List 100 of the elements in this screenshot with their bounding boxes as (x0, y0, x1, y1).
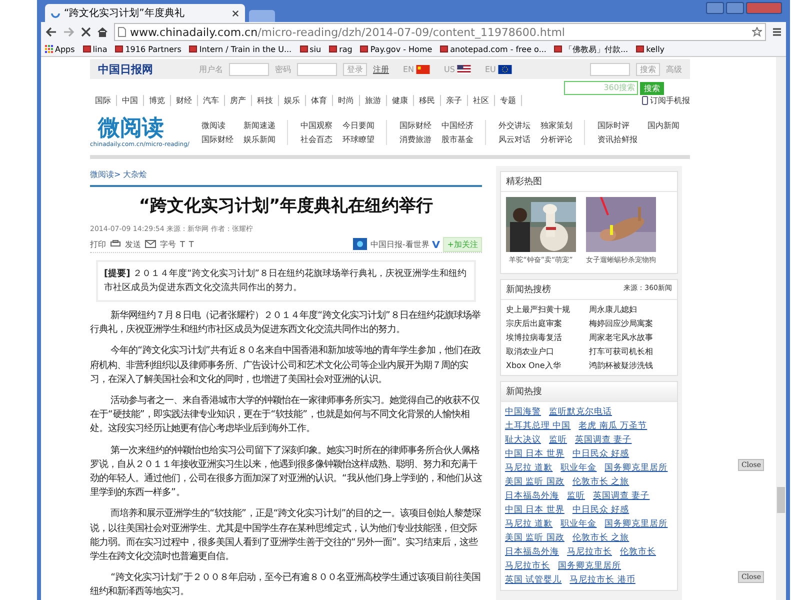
search-tag-link[interactable]: 老虎 南瓜 万圣节 (578, 419, 648, 433)
nav-link[interactable]: 科技 (252, 94, 279, 106)
search-tag-link[interactable]: 国务卿克里居所 (604, 461, 668, 475)
bookmark[interactable]: 1916 Partners (125, 44, 182, 54)
hot-news-link[interactable]: 周永康儿媳妇 (589, 304, 672, 315)
section-link[interactable]: 新闻速递 (243, 120, 276, 130)
send-link[interactable]: 发送 (125, 238, 141, 250)
password-field[interactable] (297, 62, 337, 76)
nav-link[interactable]: 社区 (468, 94, 495, 106)
section-link[interactable]: 国际财经 (399, 120, 432, 130)
search-tag-link[interactable]: 中日民众 好感 (572, 503, 630, 517)
search-tag-link[interactable]: 土耳其总理 中国 (505, 419, 571, 433)
section-link[interactable]: 娱乐新闻 (243, 134, 276, 144)
nav-link[interactable]: 旅游 (360, 94, 387, 106)
search-tag-link[interactable]: 国务卿克里居所 (604, 517, 668, 531)
nav-link[interactable]: 财经 (171, 94, 198, 106)
search-tag-link[interactable]: 耻大决议 (505, 433, 541, 447)
nav-link[interactable]: 时尚 (333, 94, 360, 106)
stop-icon[interactable] (81, 27, 91, 37)
hot-news-link[interactable]: 宗庆后出庭审案 (506, 318, 589, 329)
hot-news-link[interactable]: 史上最严扫黄十规 (506, 304, 589, 315)
printer-icon[interactable] (110, 240, 121, 248)
nav-link[interactable]: 国际 (90, 94, 117, 106)
scroll-thumb[interactable] (777, 487, 785, 513)
section-link[interactable]: 外交讲坛 (498, 120, 530, 130)
close-button[interactable] (746, 2, 782, 14)
breadcrumb[interactable]: 微阅读> 大杂烩 (90, 169, 482, 187)
search-tag-link[interactable]: 监听默克尔电话 (549, 405, 612, 419)
hot-news-link[interactable]: 周家老宅风水故事 (589, 332, 672, 343)
subscribe-link[interactable]: 订阅手机报 (650, 94, 690, 106)
section-link[interactable]: 社会百态 (300, 134, 332, 144)
search-tag-link[interactable]: 职业年金 (560, 517, 597, 531)
search-tag-link[interactable]: 英国调查 妻子 (593, 489, 650, 503)
search-tag-link[interactable]: 马尼拉市长 (505, 559, 550, 573)
search-tag-link[interactable]: 伦敦市长 之旅 (572, 475, 630, 489)
close-icon[interactable] (232, 10, 239, 16)
search-tag-link[interactable]: 监听 (567, 489, 585, 503)
section-link[interactable]: 微阅读 (201, 120, 234, 130)
search-tag-link[interactable]: 中国 日本 世界 (505, 503, 564, 517)
bookmark[interactable]: Pay.gov - Home (370, 44, 432, 54)
hot-news-link[interactable]: 埃博拉病毒复活 (506, 332, 589, 343)
envelope-icon[interactable] (145, 240, 156, 248)
section-link[interactable]: 环球瞭望 (342, 134, 374, 144)
search-tag-link[interactable]: 马尼拉市长 港币 (570, 573, 636, 587)
search-tag-link[interactable]: 马尼拉 道歉 (505, 461, 553, 475)
search-tag-link[interactable]: 中国 日本 世界 (505, 447, 564, 461)
bookmark[interactable]: Intern / Train in the U... (199, 44, 292, 54)
back-icon[interactable] (45, 27, 57, 37)
bookmark[interactable]: 「佛教易」付款... (564, 44, 628, 54)
account-name[interactable]: 中国日报-看世界 (370, 238, 430, 250)
hot-news-link[interactable]: 梅婷回应沙局寓案 (589, 318, 672, 329)
hot-news-link[interactable]: 鸿韵杯被疑涉洗钱 (589, 360, 672, 371)
search-tag-link[interactable]: 中国海警 (505, 405, 541, 419)
search-tag-link[interactable]: 日本福岛外海 (505, 489, 559, 503)
nav-link[interactable]: 娱乐 (279, 94, 306, 106)
section-link[interactable]: 国内新闻 (647, 120, 680, 130)
bookmark[interactable]: kelly (646, 44, 665, 54)
bookmark[interactable]: anotepad.com - free o... (450, 44, 546, 54)
nav-link[interactable]: 亲子 (441, 94, 468, 106)
hot-news-link[interactable]: 打车可获司机长相 (589, 346, 672, 357)
scrollbar[interactable] (776, 57, 786, 600)
section-link[interactable]: 资讯拾鲜报 (597, 134, 638, 144)
section-link[interactable]: 独家策划 (540, 120, 572, 130)
font-large-button[interactable]: T (188, 240, 194, 248)
section-link[interactable]: 中国观察 (300, 120, 332, 130)
forward-icon[interactable] (63, 27, 75, 37)
section-link[interactable]: 国际时评 (597, 120, 638, 130)
search-tag-link[interactable]: 国务卿克里居所 (558, 559, 621, 573)
bookmark[interactable]: lina (92, 44, 108, 54)
nav-link[interactable]: 移民 (414, 94, 441, 106)
nav-link[interactable]: 中国 (117, 94, 144, 106)
section-link[interactable]: 风云对话 (498, 134, 530, 144)
section-link[interactable]: 中国经济 (441, 120, 474, 130)
search-tag-link[interactable]: 马尼拉市长 (567, 545, 612, 559)
nav-link[interactable]: 健康 (387, 94, 414, 106)
address-bar[interactable]: www.chinadaily.com.cn/micro-reading/dzh/2014-07-09/content_11978600.html (114, 23, 766, 41)
browser-tab[interactable]: “跨文化实习计划”年度典礼 (45, 4, 245, 22)
search-tag-link[interactable]: 英国 试管婴儿 (505, 573, 562, 587)
username-field[interactable] (229, 62, 269, 76)
nav-link[interactable]: 房产 (225, 94, 252, 106)
star-icon[interactable] (752, 27, 762, 37)
search-field[interactable] (590, 62, 630, 76)
nav-link[interactable]: 体育 (306, 94, 333, 106)
section-link[interactable]: 分析评论 (540, 134, 572, 144)
menu-icon[interactable] (772, 27, 782, 37)
search-tag-link[interactable]: 伦敦市长 (620, 545, 656, 559)
bookmark[interactable]: siu (310, 44, 322, 54)
bookmark[interactable]: Apps (55, 44, 75, 54)
search-tag-link[interactable]: 马尼拉 道歉 (505, 517, 553, 531)
search-tag-link[interactable]: 伦敦市长 之旅 (572, 531, 630, 545)
search-tag-link[interactable]: 职业年金 (560, 461, 597, 475)
section-link[interactable]: 消费旅游 (399, 134, 432, 144)
minimize-button[interactable] (706, 2, 724, 14)
hot-news-link[interactable]: 取消农业户口 (506, 346, 589, 357)
section-link[interactable]: 今日要闻 (342, 120, 374, 130)
nav-link[interactable]: 汽车 (198, 94, 225, 106)
search-tag-link[interactable]: 日本福岛外海 (505, 545, 559, 559)
print-link[interactable]: 打印 (90, 238, 106, 250)
font-small-button[interactable]: T (180, 240, 185, 248)
search-tag-link[interactable]: 监听 (549, 433, 567, 447)
